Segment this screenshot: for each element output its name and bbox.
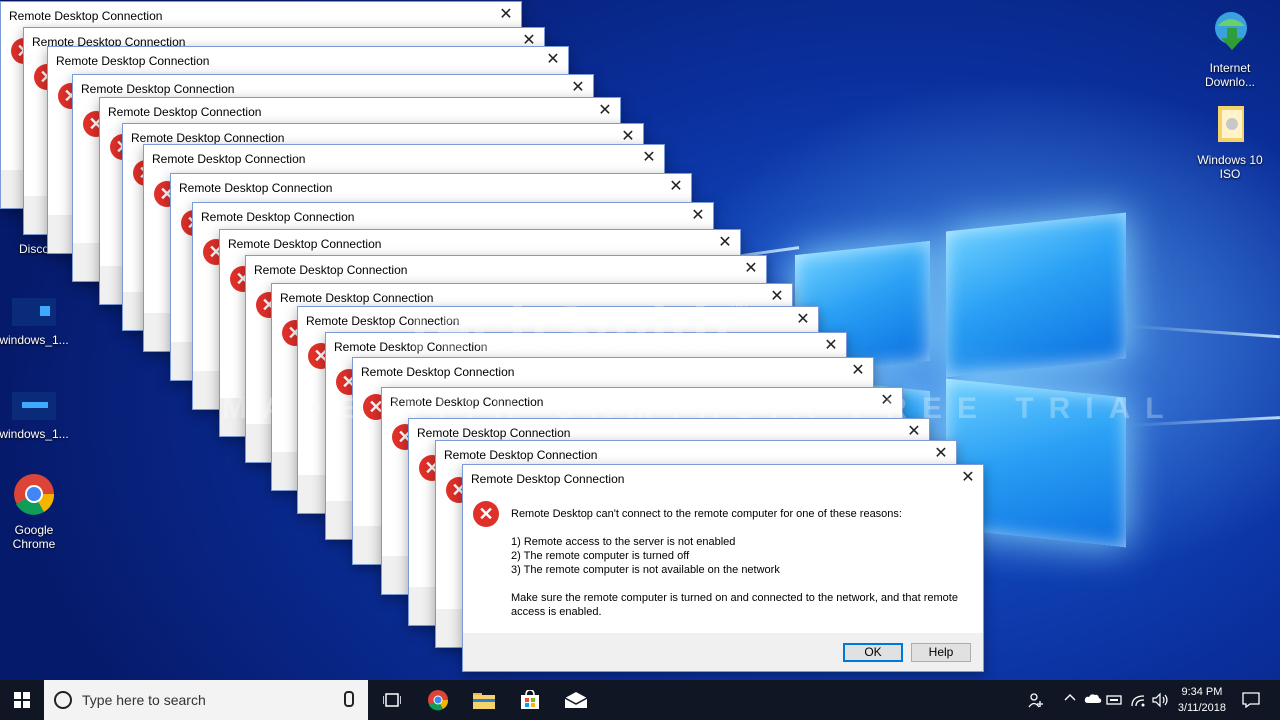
search-box[interactable]: Type here to search bbox=[44, 680, 368, 720]
error-icon: ✕ bbox=[473, 501, 499, 527]
dialog-titlebar[interactable]: Remote Desktop Connection ✕ bbox=[144, 145, 664, 171]
desktop-icon-label: Google Chrome bbox=[12, 523, 56, 551]
chevron-up-icon[interactable] bbox=[1062, 692, 1078, 708]
remote-desktop-dialog: Remote Desktop Connection ✕ ✕ Remote Des… bbox=[462, 464, 984, 672]
download-manager-icon bbox=[1194, 8, 1266, 57]
dialog-title: Remote Desktop Connection bbox=[444, 448, 598, 462]
task-view-button[interactable] bbox=[372, 680, 412, 720]
dialog-titlebar[interactable]: Remote Desktop Connection ✕ bbox=[193, 203, 713, 229]
video-file-icon bbox=[0, 298, 70, 329]
watermark-registered: ® bbox=[731, 292, 749, 317]
video-file-icon bbox=[0, 392, 70, 423]
close-icon[interactable]: ✕ bbox=[596, 102, 614, 120]
dialog-titlebar[interactable]: Remote Desktop Connection ✕ bbox=[171, 174, 691, 200]
taskbar-file-explorer[interactable] bbox=[464, 680, 504, 720]
taskbar-store[interactable] bbox=[510, 680, 550, 720]
dialog-titlebar[interactable]: Remote Desktop Connection ✕ bbox=[100, 98, 620, 124]
close-icon[interactable]: ✕ bbox=[716, 234, 734, 252]
light-beam bbox=[1130, 324, 1280, 339]
close-icon[interactable]: ✕ bbox=[569, 79, 587, 97]
windows-logo-pane-tr bbox=[946, 212, 1126, 378]
close-icon[interactable]: ✕ bbox=[544, 51, 562, 69]
people-icon[interactable] bbox=[1028, 692, 1044, 708]
dialog-titlebar[interactable]: Remote Desktop Connection ✕ bbox=[220, 230, 740, 256]
desktop-icon-windows-10-iso[interactable]: Windows 10 ISO bbox=[1194, 102, 1266, 181]
dialog-title: Remote Desktop Connection bbox=[108, 105, 262, 119]
dialog-title: Remote Desktop Connection bbox=[228, 237, 382, 251]
dialog-title: Remote Desktop Connection bbox=[361, 365, 515, 379]
cortana-icon bbox=[54, 691, 72, 709]
desktop-icon-label: windows_1... bbox=[0, 427, 69, 441]
close-icon[interactable]: ✕ bbox=[497, 6, 515, 24]
reason-item: 2) The remote computer is turned off bbox=[511, 550, 690, 562]
system-clock[interactable]: 9:34 PM 3/11/2018 bbox=[1178, 684, 1226, 716]
dialog-title: Remote Desktop Connection bbox=[131, 131, 285, 145]
desktop: Internet Downlo... Windows 10 ISO Disco … bbox=[0, 0, 1280, 680]
dialog-title: Remote Desktop Connection bbox=[81, 82, 235, 96]
chrome-icon bbox=[0, 472, 70, 519]
reason-item: 1) Remote access to the server is not en… bbox=[511, 536, 736, 548]
dialog-titlebar[interactable]: Remote Desktop Connection ✕ bbox=[48, 47, 568, 73]
dialog-title: Remote Desktop Connection bbox=[9, 9, 163, 23]
wifi-icon[interactable] bbox=[1130, 692, 1146, 708]
desktop-icon-label: Internet Downlo... bbox=[1204, 61, 1256, 89]
folder-icon bbox=[1194, 102, 1266, 149]
taskbar-chrome[interactable] bbox=[418, 680, 458, 720]
taskbar: Type here to search 9:34 PM 3/11/2018 bbox=[0, 680, 1280, 720]
dialog-title: Remote Desktop Connection bbox=[201, 210, 355, 224]
desktop-icon-label: Windows 10 ISO bbox=[1197, 153, 1263, 181]
store-icon bbox=[521, 690, 539, 709]
windows-start-icon bbox=[14, 692, 30, 708]
dialog-titlebar[interactable]: Remote Desktop Connection ✕ bbox=[463, 465, 983, 491]
taskbar-mail[interactable] bbox=[556, 680, 596, 720]
message-intro: Remote Desktop can't connect to the remo… bbox=[511, 508, 902, 520]
clock-time: 9:34 PM bbox=[1181, 686, 1223, 698]
onedrive-icon[interactable] bbox=[1084, 692, 1102, 708]
desktop-icon-windows-video-2[interactable]: windows_1... bbox=[0, 392, 70, 441]
dialog-title: Remote Desktop Connection bbox=[56, 54, 210, 68]
dialog-title: Remote Desktop Connection bbox=[179, 181, 333, 195]
dialog-titlebar[interactable]: Remote Desktop Connection ✕ bbox=[1, 2, 521, 28]
camtasia-watermark: MADE WITH CAMTASIA FREE TRIAL bbox=[222, 392, 1179, 425]
dialog-title: Remote Desktop Connection bbox=[152, 152, 306, 166]
dialog-title: Remote Desktop Connection bbox=[471, 472, 625, 486]
watermark-brand: TechSmith bbox=[400, 293, 732, 365]
chrome-icon bbox=[428, 690, 449, 711]
action-center-icon[interactable] bbox=[1242, 692, 1260, 709]
folder-icon bbox=[473, 693, 495, 709]
dialog-message: Remote Desktop can't connect to the remo… bbox=[511, 507, 971, 633]
start-button[interactable] bbox=[0, 680, 44, 720]
dialog-title: Remote Desktop Connection bbox=[417, 426, 571, 440]
close-icon[interactable]: ✕ bbox=[689, 207, 707, 225]
techsmith-watermark: TechSmith® bbox=[400, 292, 900, 366]
message-outro: Make sure the remote computer is turned … bbox=[511, 592, 958, 618]
reason-item: 3) The remote computer is not available … bbox=[511, 564, 780, 576]
task-view-icon bbox=[383, 693, 401, 707]
dialog-titlebar[interactable]: Remote Desktop Connection ✕ bbox=[246, 256, 766, 282]
close-icon[interactable]: ✕ bbox=[959, 469, 977, 487]
close-icon[interactable]: ✕ bbox=[640, 149, 658, 167]
close-icon[interactable]: ✕ bbox=[932, 445, 950, 463]
ok-button[interactable]: OK bbox=[843, 643, 903, 662]
close-icon[interactable]: ✕ bbox=[742, 260, 760, 278]
desktop-icon-label: windows_1... bbox=[0, 333, 69, 347]
help-button[interactable]: Help bbox=[911, 643, 971, 662]
dialog-title: Remote Desktop Connection bbox=[254, 263, 408, 277]
network-adapter-icon[interactable] bbox=[1106, 692, 1122, 708]
microphone-icon[interactable] bbox=[344, 691, 354, 707]
desktop-icon-internet-download-manager[interactable]: Internet Downlo... bbox=[1194, 8, 1266, 89]
volume-icon[interactable] bbox=[1152, 692, 1168, 708]
desktop-icon-google-chrome[interactable]: Google Chrome bbox=[0, 472, 70, 551]
mail-icon bbox=[565, 692, 587, 708]
clock-date: 3/11/2018 bbox=[1177, 702, 1226, 714]
desktop-icon-windows-video-1[interactable]: windows_1... bbox=[0, 298, 70, 347]
close-icon[interactable]: ✕ bbox=[667, 178, 685, 196]
search-placeholder: Type here to search bbox=[82, 692, 206, 708]
dialog-footer: OK Help bbox=[463, 633, 983, 671]
